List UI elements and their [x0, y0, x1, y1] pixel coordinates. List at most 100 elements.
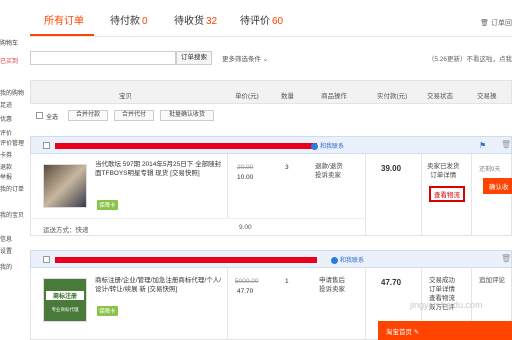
- unit-price: 10.00: [237, 174, 254, 181]
- product-ops: 申请售后 投诉卖家: [319, 276, 345, 294]
- order-checkbox[interactable]: [43, 142, 50, 149]
- product-ops: 退款/退货 投诉卖家: [315, 162, 343, 180]
- delete-icon[interactable]: 🗑: [501, 140, 511, 149]
- batch-confirm-button[interactable]: 批量确认收货: [160, 110, 214, 121]
- guarantee-badge: 保障卡: [97, 200, 118, 210]
- view-logistics-link[interactable]: 查看物流: [429, 186, 465, 202]
- shipping-fee: 9.00: [239, 224, 252, 231]
- col-qty: 数量: [281, 93, 294, 100]
- col-goods: 宝贝: [119, 93, 132, 100]
- chat-icon: [331, 256, 338, 264]
- tab-pending-review[interactable]: 待评价 60: [240, 12, 283, 27]
- recycle-label: 订单回: [491, 20, 512, 27]
- batch-actions-row: 全选 合并付款 合并代付 批量确认收货: [30, 106, 512, 124]
- tab-all-orders[interactable]: 所有订单: [44, 12, 84, 27]
- more-filter-toggle[interactable]: 更多筛选条件 ⌄: [222, 53, 268, 63]
- sidebar-item[interactable]: 足迹: [0, 100, 12, 109]
- tab-pending-receipt[interactable]: 待收货 32: [174, 12, 217, 27]
- update-notice[interactable]: （5.26更新）不看这啦，点我: [428, 53, 512, 63]
- shipping-method: 运送方式：快递: [43, 227, 89, 234]
- divider: [31, 218, 365, 219]
- complain-link[interactable]: 投诉卖家: [319, 285, 345, 294]
- status-text: 交易成功: [429, 277, 455, 284]
- tab-pending-payment[interactable]: 待付款 0: [110, 12, 148, 27]
- thumbnail-subtext: 专业商标代理: [51, 307, 79, 312]
- order-recycle-link[interactable]: 🗑 订单回: [480, 18, 512, 28]
- confirm-receipt-button[interactable]: 确认收: [483, 178, 512, 194]
- col-action: 交易操: [477, 93, 497, 100]
- divider: [227, 268, 228, 340]
- unit-price: 47.70: [237, 288, 254, 295]
- order-detail-link[interactable]: 订单详情: [429, 285, 455, 294]
- divider: [471, 154, 472, 236]
- select-all-checkbox[interactable]: [36, 112, 43, 119]
- order-total: 47.70: [381, 278, 402, 287]
- quantity: 1: [285, 278, 289, 285]
- sidebar-item[interactable]: 举报: [0, 172, 12, 181]
- sidebar-item[interactable]: 退款: [0, 162, 12, 171]
- redacted-order-info: [55, 257, 317, 263]
- delete-icon[interactable]: 🗑: [501, 254, 511, 263]
- sidebar-item[interactable]: 优惠: [0, 114, 12, 123]
- order-header: 和我联系 🗑: [30, 250, 512, 268]
- product-title[interactable]: 商标注册/企业/管理/加急注册商标代理/个人/设计/转让/续展 新 [交易快照]: [95, 276, 223, 294]
- sidebar-item[interactable]: 评价管理: [0, 138, 24, 147]
- after-sales-link[interactable]: 申请售后: [319, 276, 345, 285]
- product-title[interactable]: 当代歌坛 597期 2014年5月25日下 全部随封面TFBOYS明星专辑 现货…: [95, 160, 223, 178]
- order-status: 卖家已发货 订单详情: [427, 162, 460, 180]
- tab-divider: [30, 36, 512, 37]
- divider: [365, 154, 366, 236]
- complain-link[interactable]: 投诉卖家: [315, 171, 343, 180]
- add-review-link[interactable]: 追加评论: [479, 276, 505, 285]
- order-total: 39.00: [381, 164, 402, 173]
- sidebar-item[interactable]: 购物车: [0, 38, 18, 47]
- column-header-row: 宝贝 单价(元) 数量 商品操作 实付款(元) 交易状态 交易操: [30, 80, 512, 104]
- status-text: 卖家已发货: [427, 163, 460, 170]
- sidebar-item[interactable]: 我的订单: [0, 184, 24, 193]
- tab-count: 32: [206, 16, 218, 27]
- order-header: 和我联系 ⚑ 🗑: [30, 136, 512, 154]
- guarantee-badge: 保障卡: [97, 306, 118, 316]
- sidebar-item-active[interactable]: 已买到: [0, 56, 18, 65]
- original-price: 20.00: [237, 164, 254, 171]
- tab-count: 0: [142, 16, 148, 27]
- product-thumbnail[interactable]: [43, 164, 87, 208]
- order-detail-link[interactable]: 订单详情: [427, 171, 460, 180]
- order-checkbox[interactable]: [43, 256, 50, 263]
- tab-count: 60: [272, 16, 284, 27]
- refund-link[interactable]: 退款/退货: [315, 162, 343, 171]
- sidebar-item[interactable]: 设置: [0, 246, 12, 255]
- sidebar-item[interactable]: 我的购物: [0, 88, 24, 97]
- sidebar-item[interactable]: 卡券: [0, 150, 12, 159]
- sidebar-item[interactable]: 我的: [0, 262, 12, 271]
- product-thumbnail[interactable]: 商标注册 专业商标代理: [43, 278, 87, 322]
- redacted-order-info: [55, 143, 317, 149]
- col-paid: 实付款(元): [377, 93, 408, 100]
- sidebar-item[interactable]: 信息: [0, 234, 12, 243]
- sidebar-item[interactable]: 我的宝贝: [0, 210, 24, 219]
- merge-pay-for-button[interactable]: 合并代付: [114, 110, 154, 121]
- sidebar-item[interactable]: 评价: [0, 128, 12, 137]
- tab-label: 待收货: [174, 16, 204, 27]
- divider: [421, 154, 422, 236]
- col-status: 交易状态: [427, 93, 453, 100]
- quantity: 3: [285, 164, 289, 171]
- homepage-link[interactable]: 淘宝首页 ✎: [386, 326, 419, 336]
- select-all-label: 全选: [46, 115, 59, 121]
- order-search-input[interactable]: [30, 51, 176, 65]
- order-search-button[interactable]: 订单搜索: [176, 51, 212, 65]
- tab-label: 所有订单: [44, 16, 84, 27]
- divider: [227, 154, 228, 218]
- chat-icon: [311, 142, 318, 150]
- contact-label: 和我联系: [340, 258, 365, 264]
- contact-seller-link[interactable]: 和我联系: [331, 255, 364, 264]
- merge-pay-button[interactable]: 合并付款: [68, 110, 108, 121]
- bottom-floating-bar[interactable]: 淘宝首页 ✎: [378, 321, 512, 340]
- thumbnail-text: 商标注册: [46, 291, 84, 300]
- flag-icon[interactable]: ⚑: [479, 141, 486, 150]
- tab-label: 待付款: [110, 16, 140, 27]
- contact-seller-link[interactable]: 和我联系: [311, 141, 344, 150]
- trash-icon: 🗑: [480, 20, 490, 27]
- col-price: 单价(元): [235, 93, 259, 100]
- col-ops: 商品操作: [321, 93, 347, 100]
